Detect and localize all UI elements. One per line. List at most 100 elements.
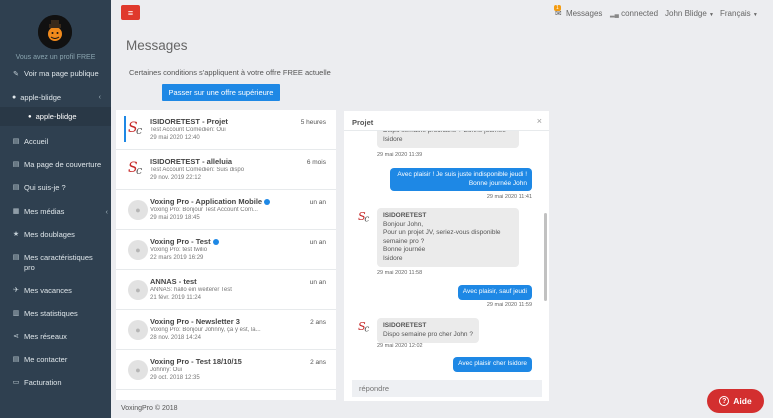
sidebar-item-label: Mes caractéristiques pro — [24, 253, 93, 272]
sidebar-item-label: Mes doublages — [24, 230, 75, 239]
sidebar-item-caracteristiques[interactable]: ▤ Mes caractéristiques pro — [12, 253, 104, 273]
sidebar-item-couverture[interactable]: ▤ Ma page de couverture — [12, 160, 104, 170]
public-page-link[interactable]: ✎ Voir ma page publique — [12, 69, 99, 78]
sidebar-item-vacances[interactable]: ✈ Mes vacances — [12, 286, 104, 296]
message-timestamp: 29 mai 2020 12:02 — [377, 343, 423, 349]
conversation-name: Voxing Pro - Application Mobile — [150, 197, 271, 206]
user-menu[interactable]: John Blidge ▼ — [665, 9, 714, 18]
help-button[interactable]: ? Aide — [707, 389, 764, 413]
chat-title: Projet — [352, 118, 374, 127]
user-menu-label: John Blidge — [665, 9, 707, 18]
default-avatar-icon: ● — [128, 240, 148, 260]
sidebar-item-facturation[interactable]: ▭ Facturation — [12, 378, 104, 388]
conversation-item[interactable]: ● Voxing Pro - Application Mobile un an … — [116, 190, 336, 230]
conversation-preview: Voxing Pro: Bonjour Test Account Com... — [150, 207, 258, 213]
sidebar-item-accueil[interactable]: ▤ Accueil — [12, 137, 104, 147]
sidebar-item-statistiques[interactable]: ▥ Mes statistiques — [12, 309, 104, 319]
svg-text:c: c — [136, 164, 142, 177]
upgrade-button[interactable]: Passer sur une offre supérieure — [162, 84, 280, 101]
close-icon[interactable]: × — [537, 116, 542, 126]
default-avatar-icon: ● — [128, 360, 148, 380]
conversation-date: 28 nov. 2018 14:24 — [150, 335, 201, 341]
conversation-item[interactable]: ● Voxing Pro - Test un an Voxing Pro: te… — [116, 230, 336, 270]
language-select[interactable]: Français ▼ — [720, 9, 758, 18]
caret-down-icon: ▼ — [752, 12, 758, 18]
language-label: Français — [720, 9, 751, 18]
chevron-left-icon: ‹ — [98, 93, 101, 101]
messages-link[interactable]: ✉ 1 Messages — [554, 5, 603, 18]
sidebar-item-label: Mes vacances — [24, 286, 72, 295]
conversation-age: 2 ans — [310, 359, 326, 366]
message-incoming: ISIDORETEST Dispo semaine pro cher John … — [377, 318, 479, 343]
isidore-logo: Sc — [128, 160, 142, 177]
user-icon: ● — [12, 93, 17, 101]
message-timestamp: 29 mai 2020 11:58 — [377, 270, 423, 276]
chat-scrollbar[interactable] — [544, 213, 547, 301]
messages-label: Messages — [565, 9, 603, 18]
conversation-item[interactable]: ● Voxing Pro - Test 18/10/15 2 ans Johnn… — [116, 350, 336, 390]
sidebar-item-qui-suis-je[interactable]: ▤ Qui suis-je ? — [12, 183, 104, 193]
conversation-item[interactable]: Sc ISIDORETEST - Projet 5 heures Test Ac… — [116, 110, 336, 150]
message-outgoing: Avec plaisir cher Isidore — [453, 357, 532, 372]
avatar[interactable] — [38, 15, 72, 49]
conversation-item[interactable]: ● Voxing Pro - Newsletter 3 2 ans Voxing… — [116, 310, 336, 350]
conversation-name: Voxing Pro - Test 18/10/15 — [150, 357, 242, 366]
conversation-age: 6 mois — [306, 159, 326, 166]
sidebar-item-medias[interactable]: ▦ Mes médias ‹ — [12, 207, 108, 217]
chevron-left-icon: ‹ — [105, 207, 109, 216]
sidebar-item-doublages[interactable]: ★ Mes doublages — [12, 230, 104, 240]
message-line: Isidore — [383, 254, 403, 262]
star-icon: ★ — [12, 231, 20, 238]
message-line: Bonne journée — [383, 246, 426, 253]
conversation-item[interactable]: ● ANNAS - test un an ANNAS: hallo ein we… — [116, 270, 336, 310]
isidore-logo: Sc — [128, 120, 142, 137]
conversation-preview: Voxing Pro: test twilio — [150, 247, 208, 253]
sidebar-sub-user[interactable]: ● apple-blidge — [0, 107, 111, 126]
isidore-logo: Sc — [358, 210, 369, 224]
message-incoming: Dispo semaine prochaine ? Bonne journée … — [377, 131, 519, 148]
profile-note: Vous avez un profil FREE — [15, 54, 96, 61]
chat-messages: Dispo semaine prochaine ? Bonne journée … — [344, 131, 549, 383]
sidebar-item-label: Qui suis-je ? — [24, 183, 66, 192]
conversation-name: ISIDORETEST - alleluia — [150, 157, 233, 166]
share-icon: ⋖ — [13, 333, 19, 340]
conversation-date: 29 nov. 2019 22:12 — [150, 175, 201, 181]
sidebar-user-toggle[interactable]: ● apple-blidge ‹ — [0, 88, 111, 106]
avatar-image — [38, 15, 72, 49]
help-label: Aide — [733, 396, 752, 406]
user-icon: ● — [28, 113, 32, 120]
conversation-preview: ANNAS: hallo ein weiterer Test — [150, 287, 232, 293]
message-timestamp: 29 mai 2020 11:41 — [486, 194, 532, 200]
default-avatar-icon: ● — [128, 320, 148, 340]
question-icon: ? — [719, 396, 730, 406]
hamburger-icon: ≡ — [127, 7, 134, 18]
messages-badge: 1 — [554, 5, 561, 11]
sidebar-item-reseaux[interactable]: ⋖ Mes réseaux — [12, 332, 104, 342]
sidebar-item-label: Me contacter — [24, 355, 68, 364]
sidebar-sub-user-label: apple-blidge — [35, 112, 77, 121]
pencil-icon: ✎ — [13, 70, 19, 78]
caret-down-icon: ▼ — [709, 12, 714, 18]
message-line: semaine pro ? — [383, 237, 425, 245]
conversation-name: Voxing Pro - Newsletter 3 — [150, 317, 240, 326]
menu-toggle-button[interactable]: ≡ — [121, 5, 140, 20]
chat-panel: Projet × Dispo semaine prochaine ? Bonne… — [344, 111, 549, 401]
sidebar-item-contact[interactable]: ▤ Me contacter — [12, 355, 104, 365]
conversation-date: 21 févr. 2019 11:24 — [150, 295, 201, 301]
verified-icon — [264, 199, 271, 206]
conversation-age: un an — [309, 239, 326, 246]
conversation-item[interactable]: Sc ISIDORETEST - alleluia 6 mois Test Ac… — [116, 150, 336, 190]
connection-label: connected — [621, 9, 659, 18]
reply-input[interactable] — [352, 380, 542, 397]
verified-icon — [212, 239, 219, 246]
public-page-label: Voir ma page publique — [24, 69, 99, 78]
list-icon: ▤ — [12, 254, 20, 261]
conversation-age: 2 ans — [310, 319, 326, 326]
isidore-logo: Sc — [358, 320, 369, 334]
conversation-preview: Voxing Pro: Bonjour Johnny, ça y est, la… — [150, 327, 261, 333]
envelope-icon: ✉ 1 — [554, 5, 562, 18]
footer-copyright: VoxingPro © 2018 — [121, 405, 178, 412]
default-avatar-icon: ● — [128, 280, 148, 300]
conversation-age: 5 heures — [300, 119, 326, 126]
sidebar-item-label: Facturation — [24, 378, 62, 387]
